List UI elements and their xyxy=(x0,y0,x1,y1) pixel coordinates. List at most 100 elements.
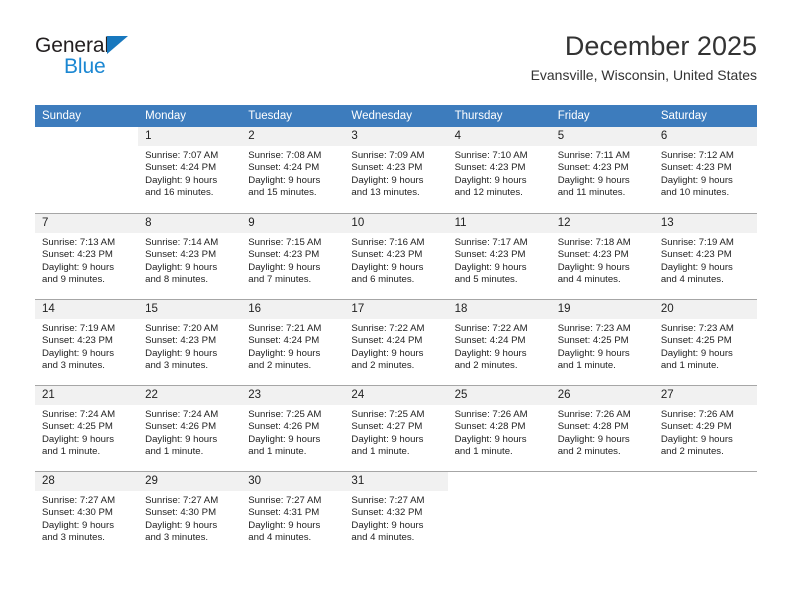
sunset-time: Sunset: 4:30 PM xyxy=(42,507,113,519)
calendar-cell: 23 Sunrise: 7:25 AM Sunset: 4:26 PM Dayligh… xyxy=(241,385,345,471)
day-cell[interactable]: 29 Sunrise: 7:27 AM Sunset: 4:30 PM Dayligh… xyxy=(138,471,242,557)
day-cell[interactable]: 6 Sunrise: 7:12 AM Sunset: 4:23 PM Daylight… xyxy=(653,127,757,213)
sunrise-time: Sunrise: 7:25 AM xyxy=(351,409,425,420)
triangle-icon xyxy=(107,36,128,54)
day-cell[interactable]: 25 Sunrise: 7:26 AM Sunset: 4:28 PM Dayligh… xyxy=(447,385,551,471)
day-details: Sunrise: 7:08 AM Sunset: 4:24 PM Daylight:… xyxy=(241,146,344,200)
day-cell[interactable]: 31 Sunrise: 7:27 AM Sunset: 4:32 PM Dayligh… xyxy=(344,471,448,557)
day-details: Sunrise: 7:23 AM Sunset: 4:25 PM Daylight:… xyxy=(551,319,654,373)
day-cell[interactable]: 26 Sunrise: 7:26 AM Sunset: 4:28 PM Dayligh… xyxy=(550,385,654,471)
daylight-duration-line2: and 6 minutes. xyxy=(351,274,415,286)
day-cell[interactable]: 20 Sunrise: 7:23 AM Sunset: 4:25 PM Dayligh… xyxy=(653,299,757,385)
sunrise-time: Sunrise: 7:26 AM xyxy=(557,409,631,420)
sunrise-time: Sunrise: 7:07 AM xyxy=(145,150,219,161)
day-cell[interactable]: 13 Sunrise: 7:19 AM Sunset: 4:23 PM Dayligh… xyxy=(653,213,757,299)
calendar-page: General Blue December 2025 Evansville, W… xyxy=(0,0,792,612)
daylight-duration-line2: and 5 minutes. xyxy=(454,274,518,286)
day-cell[interactable]: 17 Sunrise: 7:22 AM Sunset: 4:24 PM Dayligh… xyxy=(344,299,448,385)
daylight-duration-line2: and 2 minutes. xyxy=(660,446,724,458)
day-cell[interactable]: 10 Sunrise: 7:16 AM Sunset: 4:23 PM Dayligh… xyxy=(344,213,448,299)
sunrise-time: Sunrise: 7:27 AM xyxy=(351,495,425,506)
weekday-header-thursday: Thursday xyxy=(447,105,551,127)
calendar-week-row: 28 Sunrise: 7:27 AM Sunset: 4:30 PM Dayligh… xyxy=(35,471,757,557)
daylight-duration-line1: Daylight: 9 hours xyxy=(454,347,527,359)
calendar-cell: 19 Sunrise: 7:23 AM Sunset: 4:25 PM Dayligh… xyxy=(550,299,654,385)
daylight-duration-line2: and 15 minutes. xyxy=(248,187,317,199)
daylight-duration-line2: and 13 minutes. xyxy=(351,187,420,199)
day-details: Sunrise: 7:22 AM Sunset: 4:24 PM Daylight:… xyxy=(344,319,447,373)
daylight-duration-line1: Daylight: 9 hours xyxy=(660,174,733,186)
day-details: Sunrise: 7:24 AM Sunset: 4:26 PM Daylight:… xyxy=(138,405,241,459)
day-cell[interactable]: 11 Sunrise: 7:17 AM Sunset: 4:23 PM Dayligh… xyxy=(447,213,551,299)
day-details: Sunrise: 7:27 AM Sunset: 4:30 PM Daylight:… xyxy=(35,491,138,545)
day-cell[interactable]: 16 Sunrise: 7:21 AM Sunset: 4:24 PM Dayligh… xyxy=(241,299,345,385)
day-cell[interactable]: 18 Sunrise: 7:22 AM Sunset: 4:24 PM Dayligh… xyxy=(447,299,551,385)
generalblue-logo[interactable]: General Blue xyxy=(35,34,235,90)
weekday-header-saturday: Saturday xyxy=(653,105,757,127)
calendar-cell xyxy=(550,471,654,557)
sunset-time: Sunset: 4:24 PM xyxy=(145,162,217,174)
day-number: 11 xyxy=(447,214,551,233)
logo-text-blue: Blue xyxy=(64,55,106,78)
day-number: 20 xyxy=(653,300,757,319)
day-details: Sunrise: 7:17 AM Sunset: 4:23 PM Daylight:… xyxy=(448,233,551,287)
day-details: Sunrise: 7:27 AM Sunset: 4:30 PM Daylight:… xyxy=(138,491,241,545)
day-cell[interactable]: 7 Sunrise: 7:13 AM Sunset: 4:23 PM Daylight… xyxy=(35,213,139,299)
day-cell[interactable]: 28 Sunrise: 7:27 AM Sunset: 4:30 PM Dayligh… xyxy=(35,471,139,557)
daylight-duration-line1: Daylight: 9 hours xyxy=(557,347,630,359)
sunset-time: Sunset: 4:32 PM xyxy=(351,507,423,519)
sunset-time: Sunset: 4:23 PM xyxy=(557,249,629,261)
day-cell[interactable]: 15 Sunrise: 7:20 AM Sunset: 4:23 PM Dayligh… xyxy=(138,299,242,385)
day-details: Sunrise: 7:14 AM Sunset: 4:23 PM Daylight:… xyxy=(138,233,241,287)
sunrise-time: Sunrise: 7:27 AM xyxy=(248,495,322,506)
day-cell[interactable]: 27 Sunrise: 7:26 AM Sunset: 4:29 PM Dayligh… xyxy=(653,385,757,471)
sunrise-time: Sunrise: 7:14 AM xyxy=(145,237,219,248)
calendar-cell: 14 Sunrise: 7:19 AM Sunset: 4:23 PM Dayligh… xyxy=(35,299,139,385)
daylight-duration-line1: Daylight: 9 hours xyxy=(145,261,218,273)
sunrise-time: Sunrise: 7:24 AM xyxy=(42,409,116,420)
calendar-cell: 4 Sunrise: 7:10 AM Sunset: 4:23 PM Daylight… xyxy=(447,127,551,213)
daylight-duration-line1: Daylight: 9 hours xyxy=(145,433,218,445)
calendar-cell: 26 Sunrise: 7:26 AM Sunset: 4:28 PM Dayligh… xyxy=(550,385,654,471)
calendar-cell: 1 Sunrise: 7:07 AM Sunset: 4:24 PM Daylight… xyxy=(138,127,242,213)
sunrise-time: Sunrise: 7:27 AM xyxy=(145,495,219,506)
sunset-time: Sunset: 4:23 PM xyxy=(660,249,732,261)
daylight-duration-line1: Daylight: 9 hours xyxy=(145,347,218,359)
daylight-duration-line1: Daylight: 9 hours xyxy=(145,174,218,186)
day-details: Sunrise: 7:09 AM Sunset: 4:23 PM Daylight:… xyxy=(344,146,447,200)
day-cell[interactable]: 22 Sunrise: 7:24 AM Sunset: 4:26 PM Dayligh… xyxy=(138,385,242,471)
day-cell[interactable]: 9 Sunrise: 7:15 AM Sunset: 4:23 PM Daylight… xyxy=(241,213,345,299)
day-details: Sunrise: 7:27 AM Sunset: 4:32 PM Daylight:… xyxy=(344,491,447,545)
daylight-duration-line2: and 3 minutes. xyxy=(42,532,105,544)
day-cell[interactable]: 2 Sunrise: 7:08 AM Sunset: 4:24 PM Daylight… xyxy=(241,127,345,213)
day-cell[interactable]: 12 Sunrise: 7:18 AM Sunset: 4:23 PM Dayligh… xyxy=(550,213,654,299)
day-cell[interactable]: 8 Sunrise: 7:14 AM Sunset: 4:23 PM Daylight… xyxy=(138,213,242,299)
day-cell[interactable]: 21 Sunrise: 7:24 AM Sunset: 4:25 PM Dayligh… xyxy=(35,385,139,471)
day-number: 3 xyxy=(344,127,448,146)
calendar-cell: 24 Sunrise: 7:25 AM Sunset: 4:27 PM Dayligh… xyxy=(344,385,448,471)
day-cell[interactable]: 4 Sunrise: 7:10 AM Sunset: 4:23 PM Daylight… xyxy=(447,127,551,213)
day-number: 4 xyxy=(447,127,551,146)
day-cell[interactable]: 24 Sunrise: 7:25 AM Sunset: 4:27 PM Dayligh… xyxy=(344,385,448,471)
daylight-duration-line2: and 1 minute. xyxy=(454,446,513,458)
day-number: 9 xyxy=(241,214,345,233)
day-cell[interactable]: 3 Sunrise: 7:09 AM Sunset: 4:23 PM Daylight… xyxy=(344,127,448,213)
calendar-cell: 18 Sunrise: 7:22 AM Sunset: 4:24 PM Dayligh… xyxy=(447,299,551,385)
daylight-duration-line2: and 3 minutes. xyxy=(145,360,209,372)
day-cell[interactable]: 19 Sunrise: 7:23 AM Sunset: 4:25 PM Dayligh… xyxy=(550,299,654,385)
weekday-header-tuesday: Tuesday xyxy=(241,105,345,127)
day-cell[interactable]: 5 Sunrise: 7:11 AM Sunset: 4:23 PM Daylight… xyxy=(550,127,654,213)
day-cell[interactable]: 1 Sunrise: 7:07 AM Sunset: 4:24 PM Daylight… xyxy=(138,127,242,213)
day-details: Sunrise: 7:26 AM Sunset: 4:28 PM Daylight:… xyxy=(448,405,551,459)
day-cell[interactable]: 30 Sunrise: 7:27 AM Sunset: 4:31 PM Dayligh… xyxy=(241,471,345,557)
calendar-cell: 8 Sunrise: 7:14 AM Sunset: 4:23 PM Daylight… xyxy=(138,213,242,299)
daylight-duration-line1: Daylight: 9 hours xyxy=(557,174,630,186)
daylight-duration-line1: Daylight: 9 hours xyxy=(351,261,424,273)
day-number: 27 xyxy=(653,386,757,405)
calendar-cell: 2 Sunrise: 7:08 AM Sunset: 4:24 PM Daylight… xyxy=(241,127,345,213)
sunset-time: Sunset: 4:23 PM xyxy=(351,249,423,261)
day-cell[interactable]: 23 Sunrise: 7:25 AM Sunset: 4:26 PM Dayligh… xyxy=(241,385,345,471)
sunrise-time: Sunrise: 7:22 AM xyxy=(454,323,528,334)
daylight-duration-line1: Daylight: 9 hours xyxy=(248,347,321,359)
day-cell[interactable]: 14 Sunrise: 7:19 AM Sunset: 4:23 PM Dayligh… xyxy=(35,299,139,385)
